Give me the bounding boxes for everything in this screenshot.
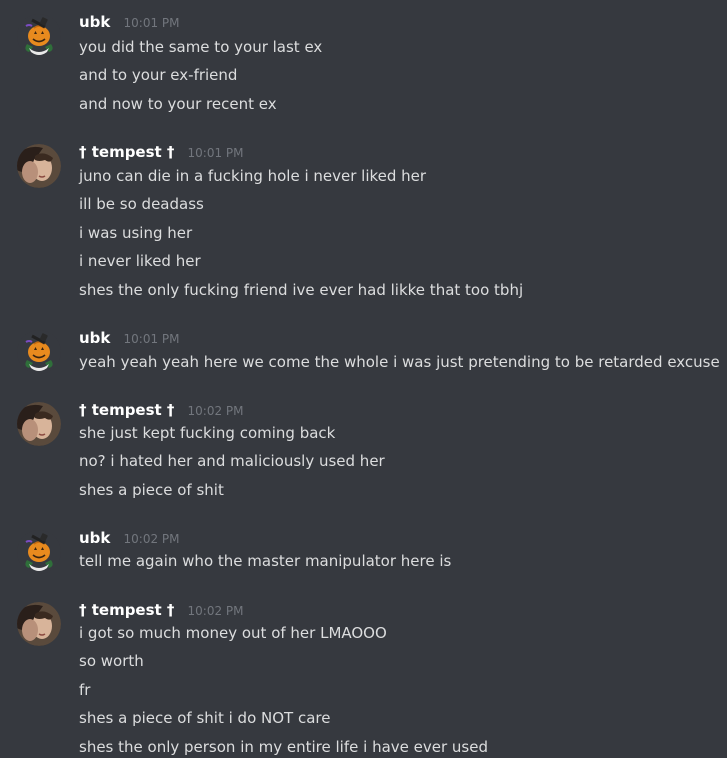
- timestamp: 10:01 PM: [187, 146, 244, 160]
- message-text: no? i hated her and maliciously used her: [79, 452, 385, 470]
- username[interactable]: † tempest †: [79, 143, 174, 161]
- message-text: fr: [79, 681, 91, 699]
- timestamp: 10:02 PM: [123, 532, 180, 546]
- message-text: and now to your recent ex: [79, 95, 277, 113]
- message-text: you did the same to your last ex: [79, 38, 323, 56]
- username[interactable]: † tempest †: [79, 601, 174, 619]
- timestamp: 10:01 PM: [123, 332, 180, 346]
- portrait-avatar-icon[interactable]: [17, 144, 61, 188]
- portrait-avatar-icon[interactable]: [17, 602, 61, 646]
- message-text: i never liked her: [79, 252, 201, 270]
- message-header: ubk 10:01 PM: [79, 11, 180, 33]
- message-header: ubk 10:02 PM: [79, 527, 180, 549]
- message-text: shes a piece of shit i do NOT care: [79, 709, 331, 727]
- chat-log: ubk 10:01 PM you did the same to your la…: [0, 0, 727, 758]
- message-text: ill be so deadass: [79, 195, 204, 213]
- message-header: † tempest † 10:02 PM: [79, 599, 244, 621]
- portrait-avatar-icon[interactable]: [17, 402, 61, 446]
- message-header: † tempest † 10:02 PM: [79, 399, 244, 421]
- message-header: ubk 10:01 PM: [79, 327, 180, 349]
- username[interactable]: ubk: [79, 13, 110, 31]
- message-text: juno can die in a fucking hole i never l…: [79, 167, 427, 185]
- message-text: she just kept fucking coming back: [79, 424, 336, 442]
- message-text: yeah yeah yeah here we come the whole i …: [79, 353, 720, 371]
- timestamp: 10:01 PM: [123, 16, 180, 30]
- pumpkin-avatar-icon[interactable]: [17, 530, 61, 574]
- message-text: tell me again who the master manipulator…: [79, 552, 452, 570]
- username[interactable]: ubk: [79, 529, 110, 547]
- message-text: shes the only person in my entire life i…: [79, 738, 488, 756]
- message-text: shes a piece of shit: [79, 481, 224, 499]
- message-text: i was using her: [79, 224, 193, 242]
- timestamp: 10:02 PM: [187, 404, 244, 418]
- pumpkin-avatar-icon[interactable]: [17, 14, 61, 58]
- message-text: shes the only fucking friend ive ever ha…: [79, 281, 524, 299]
- username[interactable]: † tempest †: [79, 401, 174, 419]
- message-text: so worth: [79, 652, 144, 670]
- message-text: and to your ex-friend: [79, 66, 238, 84]
- message-header: † tempest † 10:01 PM: [79, 141, 244, 163]
- pumpkin-avatar-icon[interactable]: [17, 330, 61, 374]
- message-text: i got so much money out of her LMAOOO: [79, 624, 387, 642]
- username[interactable]: ubk: [79, 329, 110, 347]
- timestamp: 10:02 PM: [187, 604, 244, 618]
